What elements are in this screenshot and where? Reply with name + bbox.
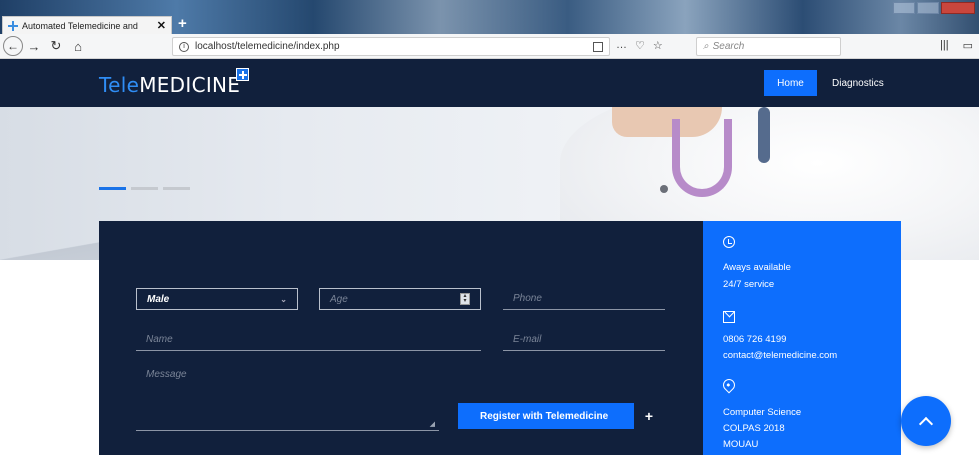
slider-dot-3[interactable] [163, 187, 190, 190]
url-text: localhost/telemedicine/index.php [195, 41, 340, 52]
hero-stethoscope [672, 119, 732, 197]
logo-tele: Tele [99, 73, 140, 97]
register-button-label: Register with Telemedicine [480, 410, 609, 422]
tab-title: Automated Telemedicine and [22, 20, 138, 31]
slider-dot-1[interactable] [99, 187, 126, 190]
new-tab-button[interactable]: + [178, 15, 187, 32]
browser-toolbar: ← → ↻ ⌂ i localhost/telemedicine/index.p… [0, 34, 979, 59]
browser-tab[interactable]: Automated Telemedicine and ✕ [2, 16, 172, 34]
browser-search-input[interactable]: ⌕ Search [696, 37, 841, 56]
contact-phone: 0806 726 4199 [723, 334, 787, 345]
address-line-3: MOUAU [723, 439, 759, 450]
phone-placeholder: Phone [513, 293, 542, 304]
window-close-icon[interactable] [941, 2, 975, 14]
reader-view-icon[interactable] [593, 41, 603, 52]
alarm-clock-icon [723, 236, 735, 248]
chevron-up-icon [918, 416, 934, 431]
contact-info-panel: Aways available 24/7 service 0806 726 41… [703, 221, 901, 455]
search-placeholder: Search [712, 41, 745, 52]
age-input[interactable]: Age ▴ ▾ [319, 288, 481, 310]
contact-email[interactable]: contact@telemedicine.com [723, 350, 837, 361]
sidebar-icon[interactable]: ▭ [963, 39, 973, 52]
home-icon[interactable]: ⌂ [67, 39, 89, 54]
browser-titlebar: Automated Telemedicine and ✕ + [0, 0, 979, 34]
bookmark-star-icon[interactable]: ☆ [653, 39, 663, 52]
window-controls [893, 2, 975, 14]
gender-select[interactable]: Male ⌄ [136, 288, 298, 310]
name-input[interactable]: Name [136, 329, 481, 351]
medical-cross-icon [236, 68, 249, 81]
age-placeholder: Age [330, 293, 348, 305]
telemedicine-favicon-icon [8, 20, 18, 31]
hero-stethoscope-tube [758, 107, 770, 163]
slider-dot-2[interactable] [131, 187, 158, 190]
email-placeholder: E-mail [513, 334, 542, 345]
phone-input[interactable]: Phone [503, 288, 665, 310]
logo-medicine: MEDICINE [139, 73, 241, 97]
message-textarea[interactable]: Message ◢ [136, 369, 439, 431]
mail-icon [723, 311, 735, 323]
scroll-to-top-button[interactable] [901, 396, 951, 446]
message-placeholder: Message [146, 369, 187, 380]
registration-form: Male ⌄ Age ▴ ▾ Phone Name E-mail Message … [99, 221, 703, 455]
address-bar[interactable]: i localhost/telemedicine/index.php [172, 37, 610, 56]
chevron-down-icon: ⌄ [280, 294, 287, 304]
name-placeholder: Name [146, 334, 173, 345]
address-line-2: COLPAS 2018 [723, 423, 785, 434]
hero-coat-button [660, 185, 668, 193]
number-spinner-icon[interactable]: ▴ ▾ [460, 293, 470, 305]
maximize-icon[interactable] [917, 2, 939, 14]
register-button[interactable]: Register with Telemedicine + [458, 403, 664, 429]
nav-diagnostics[interactable]: Diagnostics [826, 70, 890, 96]
nav-home[interactable]: Home [764, 70, 817, 96]
minimize-icon[interactable] [893, 2, 915, 14]
search-icon: ⌕ [703, 41, 709, 52]
service-text: 24/7 service [723, 279, 775, 290]
gender-value: Male [147, 293, 170, 305]
resize-grip-icon[interactable]: ◢ [430, 420, 435, 428]
plus-icon: + [634, 403, 664, 429]
pocket-icon[interactable]: ♡ [635, 39, 645, 52]
address-line-1: Computer Science [723, 407, 802, 418]
location-pin-icon [720, 376, 738, 394]
forward-icon[interactable]: → [23, 39, 45, 54]
slider-indicators [99, 187, 190, 190]
back-icon[interactable]: ← [3, 36, 23, 56]
site-logo[interactable]: TeleMEDICINE [99, 73, 240, 97]
availability-text: Aways available [723, 262, 791, 273]
email-input[interactable]: E-mail [503, 329, 665, 351]
tab-close-icon[interactable]: ✕ [157, 19, 166, 32]
page-actions-menu-icon[interactable]: … [616, 39, 627, 52]
site-info-icon[interactable]: i [179, 41, 189, 52]
site-header: TeleMEDICINE Home Diagnostics [0, 59, 979, 107]
library-icon[interactable]: ||| [940, 39, 949, 52]
reload-icon[interactable]: ↻ [45, 38, 67, 54]
toolbar-right: ||| ▭ [940, 39, 973, 52]
page-actions: … ♡ ☆ [616, 39, 663, 52]
